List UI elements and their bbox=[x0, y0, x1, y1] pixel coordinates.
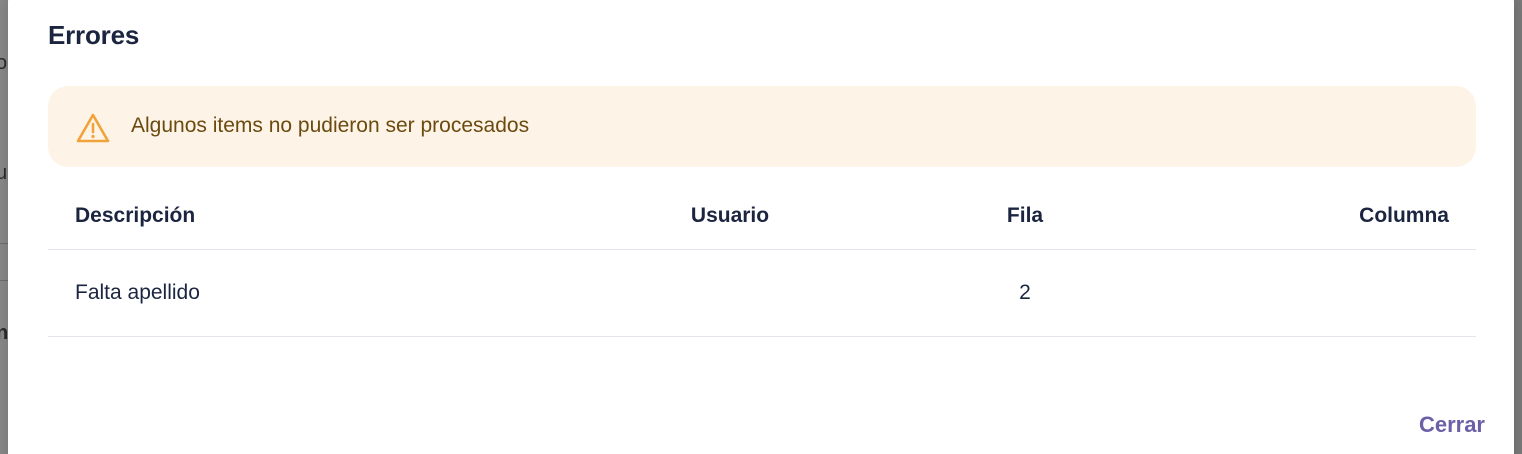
errors-modal: Errores Algunos items no pudieron ser pr… bbox=[8, 0, 1514, 454]
modal-title: Errores bbox=[48, 20, 140, 50]
column-header-user: Usuario bbox=[635, 182, 825, 250]
alert-message: Algunos items no pudieron ser procesados bbox=[131, 114, 530, 137]
cell-description: Falta apellido bbox=[48, 249, 635, 337]
errors-table: Descripción Usuario Fila Columna Falta a… bbox=[48, 182, 1476, 337]
close-button[interactable]: Cerrar bbox=[1419, 412, 1485, 438]
cell-column bbox=[1225, 249, 1476, 337]
column-header-row: Fila bbox=[825, 182, 1225, 250]
background-text-fragment: o bbox=[0, 52, 8, 74]
warning-alert: Algunos items no pudieron ser procesados bbox=[48, 86, 1476, 167]
table-header-row: Descripción Usuario Fila Columna bbox=[48, 182, 1476, 250]
background-text-fragment: u bbox=[0, 162, 8, 184]
background-text-fragment: n bbox=[0, 322, 9, 344]
cell-row: 2 bbox=[825, 249, 1225, 337]
table-row: Falta apellido 2 bbox=[48, 249, 1476, 337]
column-header-column: Columna bbox=[1225, 182, 1476, 250]
column-header-description: Descripción bbox=[48, 182, 635, 250]
warning-triangle-icon bbox=[75, 112, 111, 144]
cell-user bbox=[635, 249, 825, 337]
